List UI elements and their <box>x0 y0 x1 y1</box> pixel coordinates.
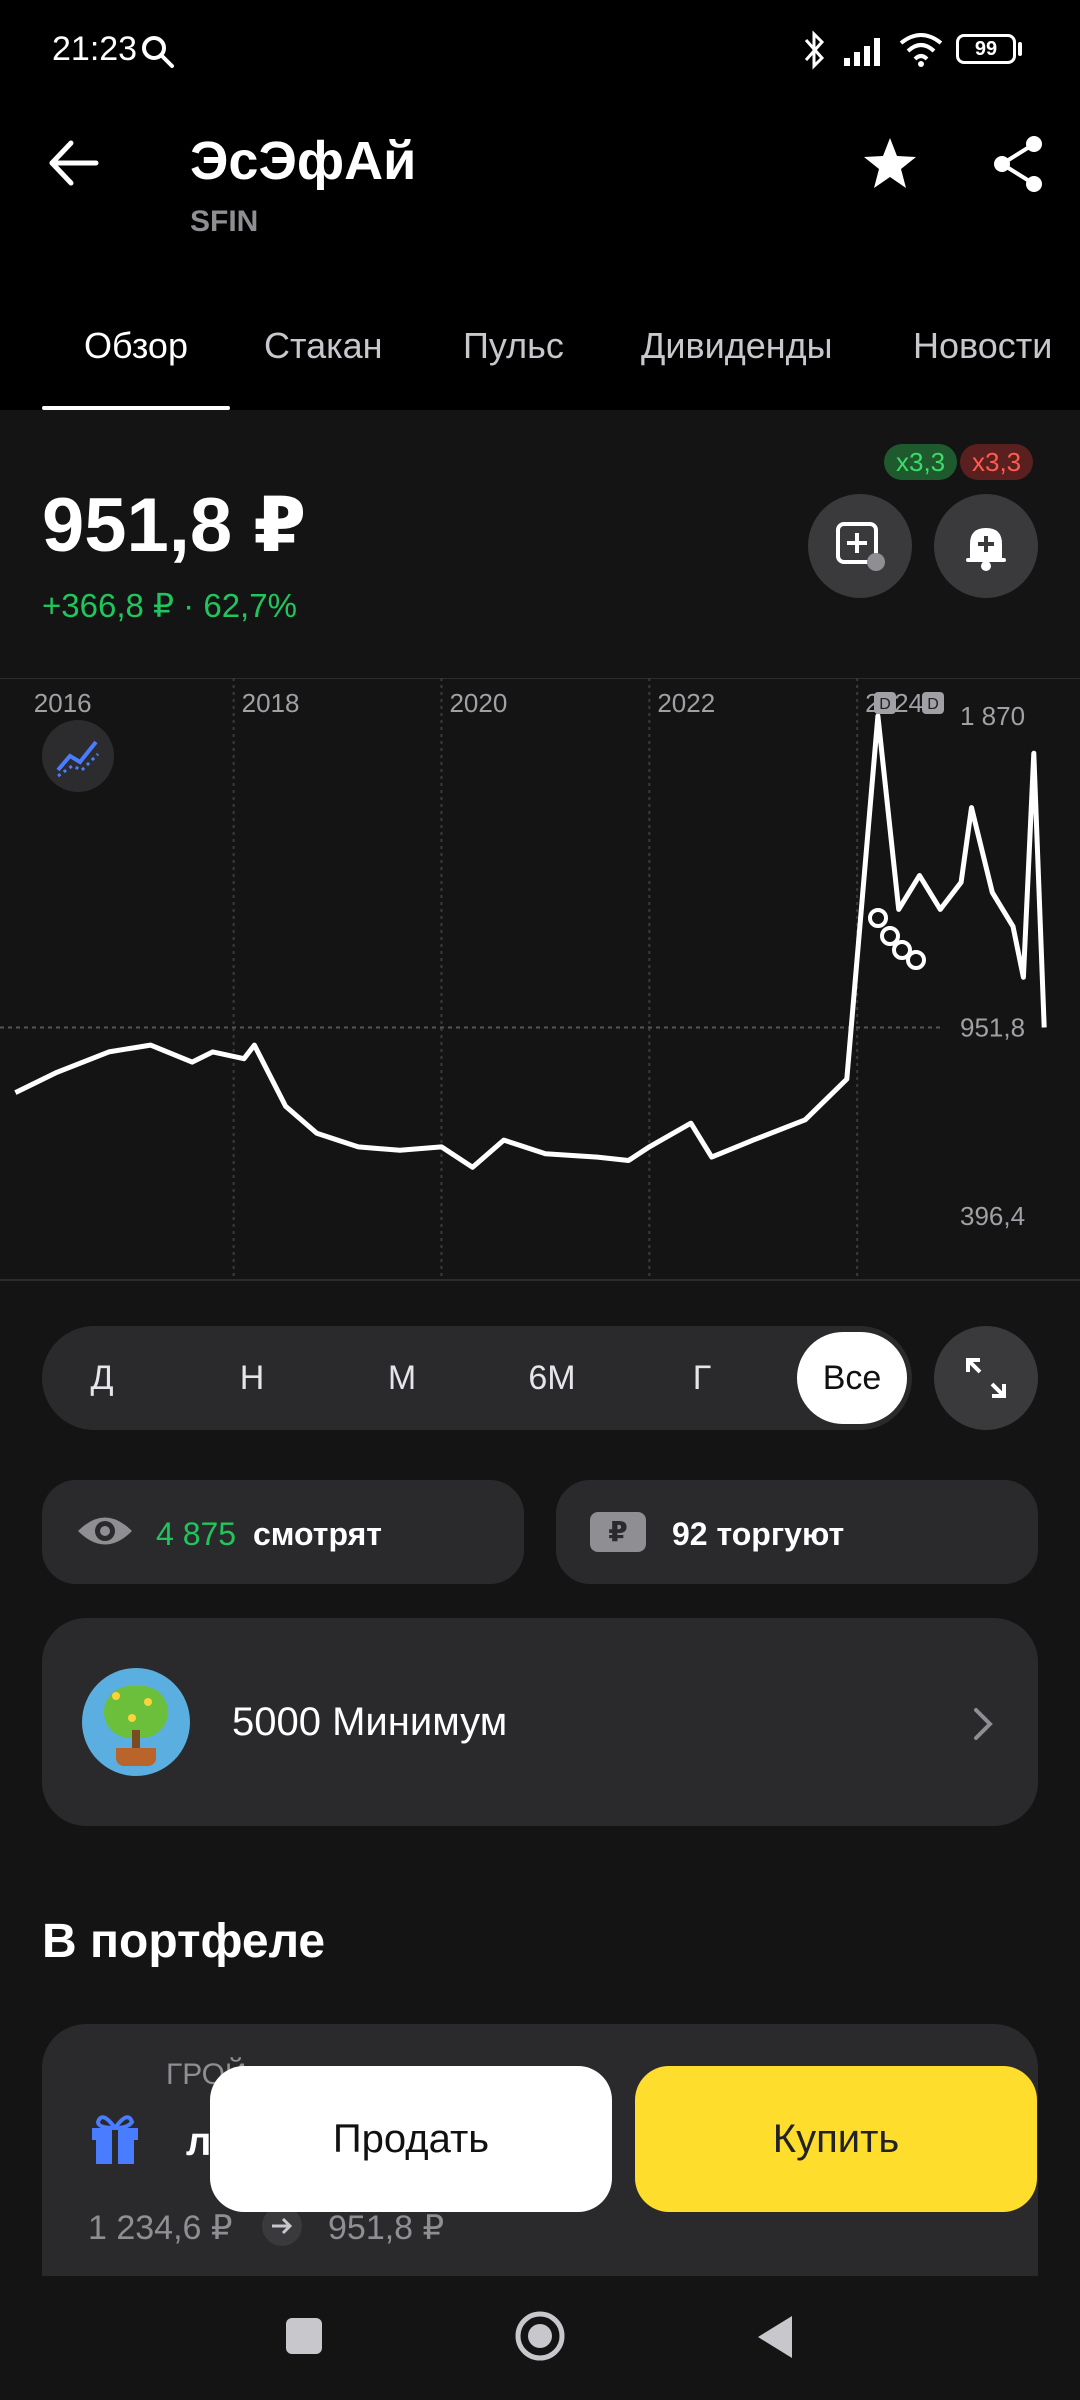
y-tick-label: 951,8 <box>960 1013 1025 1043</box>
x-tick-labels: 20162018202020222024 <box>34 688 923 718</box>
dividend-point <box>868 908 888 928</box>
x-tick-label: 2016 <box>34 688 92 718</box>
recents-button[interactable] <box>286 2318 322 2354</box>
tab-orderbook[interactable]: Стакан <box>264 325 383 367</box>
page-title: ЭсЭфАй <box>190 131 417 191</box>
dividend-circles <box>868 908 926 970</box>
battery-icon: 99 <box>956 34 1016 64</box>
active-tab-indicator <box>42 406 230 410</box>
watching-label: смотрят <box>253 1516 382 1552</box>
share-icon[interactable] <box>990 134 1046 194</box>
dividend-point <box>880 926 900 946</box>
money-tree-image <box>82 1668 190 1776</box>
eye-icon <box>78 1517 132 1545</box>
promo-card[interactable] <box>42 1618 1038 1826</box>
expand-icon <box>966 1358 1006 1398</box>
chevron-right-icon <box>974 1708 993 1740</box>
back-nav-button[interactable] <box>754 2314 796 2360</box>
chart-x-gridlines <box>232 678 859 1280</box>
period-day[interactable]: Д <box>42 1326 162 1430</box>
price-change: +366,8 ₽ · 62,7% <box>42 587 297 624</box>
trading-label: 92 торгуют <box>672 1516 845 1552</box>
dividend-marker-label: D <box>927 696 939 713</box>
ticker-symbol: SFIN <box>190 205 259 238</box>
battery-tip <box>1018 42 1022 56</box>
promo-label: 5000 Минимум <box>232 1700 508 1744</box>
portfolio-item-title: л <box>186 2120 212 2164</box>
add-note-icon <box>836 522 885 571</box>
tab-overview[interactable]: Обзор <box>84 325 188 367</box>
bluetooth-icon <box>804 30 825 70</box>
add-to-list-button[interactable] <box>808 494 912 598</box>
x-tick-label: 2022 <box>657 688 715 718</box>
current-price: 951,8 ₽ <box>42 483 307 568</box>
period-all[interactable]: Все <box>797 1326 907 1430</box>
battery-level: 99 <box>974 37 998 60</box>
x-tick-label: 2020 <box>449 688 507 718</box>
home-button[interactable] <box>514 2310 566 2362</box>
period-year[interactable]: Г <box>642 1326 762 1430</box>
tab-dividends[interactable]: Дивиденды <box>641 325 833 367</box>
wifi-icon <box>899 33 943 67</box>
y-tick-label: 396,4 <box>960 1201 1025 1231</box>
badge-red: x3,3 <box>960 444 1034 480</box>
price-chart[interactable]: 20162018202020222024 1 870951,8396,4 D D <box>0 678 1080 1282</box>
badge-green: x3,3 <box>884 444 958 480</box>
dividend-point <box>906 950 926 970</box>
bell-plus-icon <box>966 528 1006 571</box>
sell-button[interactable]: Продать <box>210 2066 612 2212</box>
chart-mode-button[interactable] <box>42 720 114 792</box>
ruble-note-icon: ₽ <box>590 1512 646 1552</box>
period-selector <box>42 1326 912 1430</box>
period-week[interactable]: Н <box>192 1326 312 1430</box>
watching-count: 4 875 <box>156 1516 237 1552</box>
period-month[interactable]: М <box>342 1326 462 1430</box>
period-6months[interactable]: 6М <box>492 1326 612 1430</box>
x-tick-label: 2018 <box>242 688 300 718</box>
y-tick-labels: 1 870 951,8 396,4 <box>960 701 1025 1231</box>
portfolio-to-price: 951,8 ₽ <box>328 2209 445 2247</box>
y-tick-label: 1 870 <box>960 701 1025 731</box>
star-icon[interactable] <box>862 136 918 192</box>
gift-icon <box>92 2115 138 2164</box>
tab-pulse[interactable]: Пульс <box>463 325 564 367</box>
dividend-marker-label: D <box>879 696 891 713</box>
arrow-right-icon <box>262 2206 302 2246</box>
price-alert-button[interactable] <box>934 494 1038 598</box>
buy-button[interactable]: Купить <box>635 2066 1037 2212</box>
portfolio-from-price: 1 234,6 ₽ <box>88 2209 233 2247</box>
tab-news[interactable]: Новости <box>913 325 1052 367</box>
status-time: 21:23 <box>52 30 138 68</box>
search-icon <box>142 36 174 68</box>
fullscreen-button[interactable] <box>934 1326 1038 1430</box>
back-arrow-icon[interactable] <box>46 138 102 188</box>
portfolio-heading: В портфеле <box>42 1915 326 1968</box>
signal-icon <box>844 38 880 66</box>
